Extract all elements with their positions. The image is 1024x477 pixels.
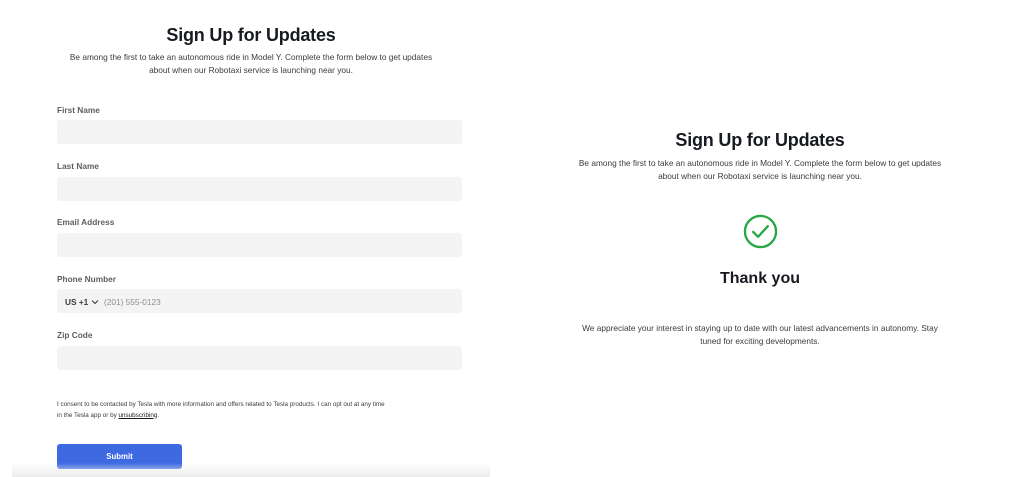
- confirmation-panel: Sign Up for Updates Be among the first t…: [540, 0, 980, 477]
- confirmation-message-line2: tuned for exciting developments.: [700, 336, 820, 346]
- consent-prefix: in the Tesla app or by: [57, 411, 119, 419]
- confirmation-subtitle-line1: Be among the first to take an autonomous…: [578, 158, 942, 168]
- unsubscribe-link[interactable]: unsubscribing: [119, 412, 158, 419]
- signup-form-panel: Sign Up for Updates Be among the first t…: [12, 0, 490, 477]
- zip-label: Zip Code: [57, 330, 93, 340]
- thank-you-heading: Thank you: [719, 270, 800, 287]
- country-code-select[interactable]: US +1: [65, 297, 99, 307]
- email-input[interactable]: [57, 233, 462, 257]
- form-subtitle-line2: about when our Robotaxi service is launc…: [149, 65, 353, 75]
- phone-placeholder: (201) 555-0123: [104, 297, 161, 307]
- panel-bottom-shadow: [12, 463, 490, 477]
- check-circle-icon: [743, 214, 778, 249]
- consent-text: I consent to be contacted by Tesla with …: [57, 400, 465, 421]
- form-title: Sign Up for Updates: [166, 25, 336, 45]
- confirmation-message-line1: We appreciate your interest in staying u…: [582, 323, 938, 333]
- confirmation-title: Sign Up for Updates: [675, 130, 845, 150]
- first-name-label: First Name: [57, 105, 100, 115]
- confirmation-message: We appreciate your interest in staying u…: [540, 322, 980, 348]
- email-label: Email Address: [57, 217, 115, 227]
- consent-suffix: .: [157, 411, 160, 419]
- chevron-down-icon: [91, 300, 99, 305]
- phone-label: Phone Number: [57, 274, 117, 284]
- consent-line1: I consent to be contacted by Tesla with …: [57, 401, 385, 408]
- last-name-label: Last Name: [57, 161, 99, 171]
- form-subtitle: Be among the first to take an autonomous…: [12, 51, 490, 77]
- confirmation-subtitle: Be among the first to take an autonomous…: [540, 157, 980, 183]
- zip-input[interactable]: [57, 346, 462, 370]
- form-subtitle-line1: Be among the first to take an autonomous…: [69, 52, 433, 62]
- consent-line2: in the Tesla app or by unsubscribing.: [57, 411, 465, 422]
- last-name-input[interactable]: [57, 177, 462, 201]
- confirmation-subtitle-line2: about when our Robotaxi service is launc…: [658, 171, 862, 181]
- country-code-value: US +1: [65, 297, 89, 307]
- first-name-input[interactable]: [57, 120, 462, 144]
